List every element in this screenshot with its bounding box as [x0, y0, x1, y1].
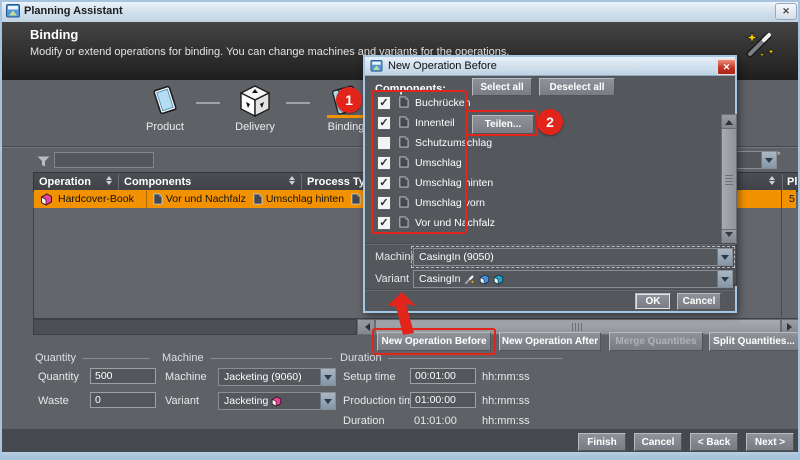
window-title: Planning Assistant [24, 5, 123, 17]
annotation-box-teilen [466, 110, 538, 136]
machine-value: Jacketing (9060) [219, 371, 320, 383]
chevron-down-icon[interactable] [320, 369, 335, 385]
component-page-icon [350, 193, 361, 205]
duration-value: 01:01:00 [414, 415, 457, 427]
annotation-box-components [371, 90, 467, 234]
row-component: Umschlag hinten [266, 193, 344, 205]
waste-label: Waste [38, 395, 69, 407]
window-titlebar: Planning Assistant [0, 0, 800, 23]
annotation-badge-1: 1 [336, 87, 362, 113]
chevron-down-icon[interactable] [761, 152, 776, 168]
chevron-down-icon[interactable] [717, 271, 732, 287]
next-button[interactable]: Next > [746, 433, 794, 451]
filter-input[interactable] [54, 152, 154, 168]
column-config-icon[interactable]: * [777, 150, 781, 160]
step-label-product[interactable]: Product [130, 121, 200, 133]
scrollbar-track[interactable] [33, 319, 357, 335]
time-format-label: hh:mm:ss [482, 395, 530, 407]
product-step-icon[interactable] [149, 84, 181, 116]
book-icon [271, 396, 282, 407]
production-time-input[interactable] [410, 392, 476, 408]
wand-icon [463, 273, 476, 286]
cancel-button[interactable]: Cancel [634, 433, 682, 451]
split-quantities-button[interactable]: Split Quantities... [709, 332, 799, 351]
chevron-down-icon[interactable] [320, 393, 335, 409]
quantity-label: Quantity [38, 371, 79, 383]
window-bottom-edge [0, 452, 800, 460]
dialog-title: New Operation Before [388, 60, 497, 72]
machine-dropdown[interactable]: Jacketing (9060) [218, 368, 336, 386]
finish-button[interactable]: Finish [578, 433, 626, 451]
divider [365, 243, 735, 245]
dialog-icon [370, 60, 383, 72]
quantity-group: Quantity [35, 352, 150, 364]
step-connector [196, 102, 220, 104]
select-all-button[interactable]: Select all [472, 78, 532, 96]
app-icon [6, 4, 20, 18]
book-icon [493, 274, 504, 285]
production-time-label: Production time [343, 395, 419, 407]
machine-label: Machine [165, 371, 207, 383]
time-format-label: hh:mm:ss [482, 371, 530, 383]
dialog-ok-button[interactable]: OK [635, 293, 671, 310]
book-icon [40, 193, 53, 206]
annotation-badge-2: 2 [537, 109, 563, 135]
dialog-cancel-button[interactable]: Cancel [677, 293, 721, 310]
scroll-up-icon[interactable] [721, 114, 737, 129]
merge-quantities-button: Merge Quantities [609, 332, 703, 351]
page-title: Binding [30, 27, 78, 42]
sort-icon[interactable] [289, 176, 295, 185]
variant-label: Variant [165, 395, 199, 407]
delivery-step-icon[interactable] [238, 84, 272, 118]
scroll-down-icon[interactable] [721, 229, 737, 244]
dialog-machine-dropdown[interactable]: CasingIn (9050) [413, 248, 733, 266]
annotation-arrow [384, 292, 424, 338]
divider [365, 289, 735, 291]
dialog-machine-value: CasingIn (9050) [414, 251, 717, 263]
dialog-titlebar: New Operation Before [365, 57, 735, 76]
sort-icon[interactable] [106, 176, 112, 185]
book-icon [479, 274, 490, 285]
chevron-down-icon[interactable] [717, 249, 732, 265]
waste-input[interactable] [90, 392, 156, 408]
variant-value: Jacketing [224, 395, 268, 407]
duration-label: Duration [343, 415, 385, 427]
new-operation-after-button[interactable]: New Operation After [499, 332, 601, 351]
dialog-variant-dropdown[interactable]: CasingIn [413, 270, 733, 288]
row-component: Vor und Nachfalz [166, 193, 246, 205]
quantity-input[interactable] [90, 368, 156, 384]
active-step-underline [327, 115, 365, 118]
machine-group: Machine [162, 352, 332, 364]
sort-icon[interactable] [769, 176, 775, 185]
window-close-icon[interactable]: ✕ [775, 3, 797, 20]
filter-icon[interactable] [37, 156, 50, 167]
col-planned[interactable]: Pl [787, 176, 797, 188]
setup-time-label: Setup time [343, 371, 396, 383]
dialog-close-icon[interactable]: ✕ [717, 59, 736, 75]
wand-icon [742, 28, 778, 60]
row-operation: Hardcover-Book [58, 193, 134, 205]
setup-time-input[interactable] [410, 368, 476, 384]
time-format-label: hh:mm:ss [482, 415, 530, 427]
component-page-icon [152, 193, 163, 205]
deselect-all-button[interactable]: Deselect all [539, 78, 615, 96]
step-connector [286, 102, 310, 104]
dialog-variant-label: Variant [375, 273, 409, 285]
dialog-machine-label: Machine [375, 251, 417, 263]
step-label-delivery[interactable]: Delivery [220, 121, 290, 133]
column-divider [781, 190, 782, 317]
col-operation[interactable]: Operation [39, 176, 91, 188]
row-planned-qty: 5 [789, 193, 795, 205]
back-button[interactable]: < Back [690, 433, 738, 451]
scrollbar-thumb[interactable] [721, 128, 737, 230]
col-components[interactable]: Components [124, 176, 191, 188]
dialog-variant-value: CasingIn [419, 273, 460, 285]
variant-dropdown[interactable]: Jacketing [218, 392, 336, 410]
component-page-icon [252, 193, 263, 205]
planning-assistant-window: Planning Assistant ✕ Binding Modify or e… [0, 0, 800, 460]
